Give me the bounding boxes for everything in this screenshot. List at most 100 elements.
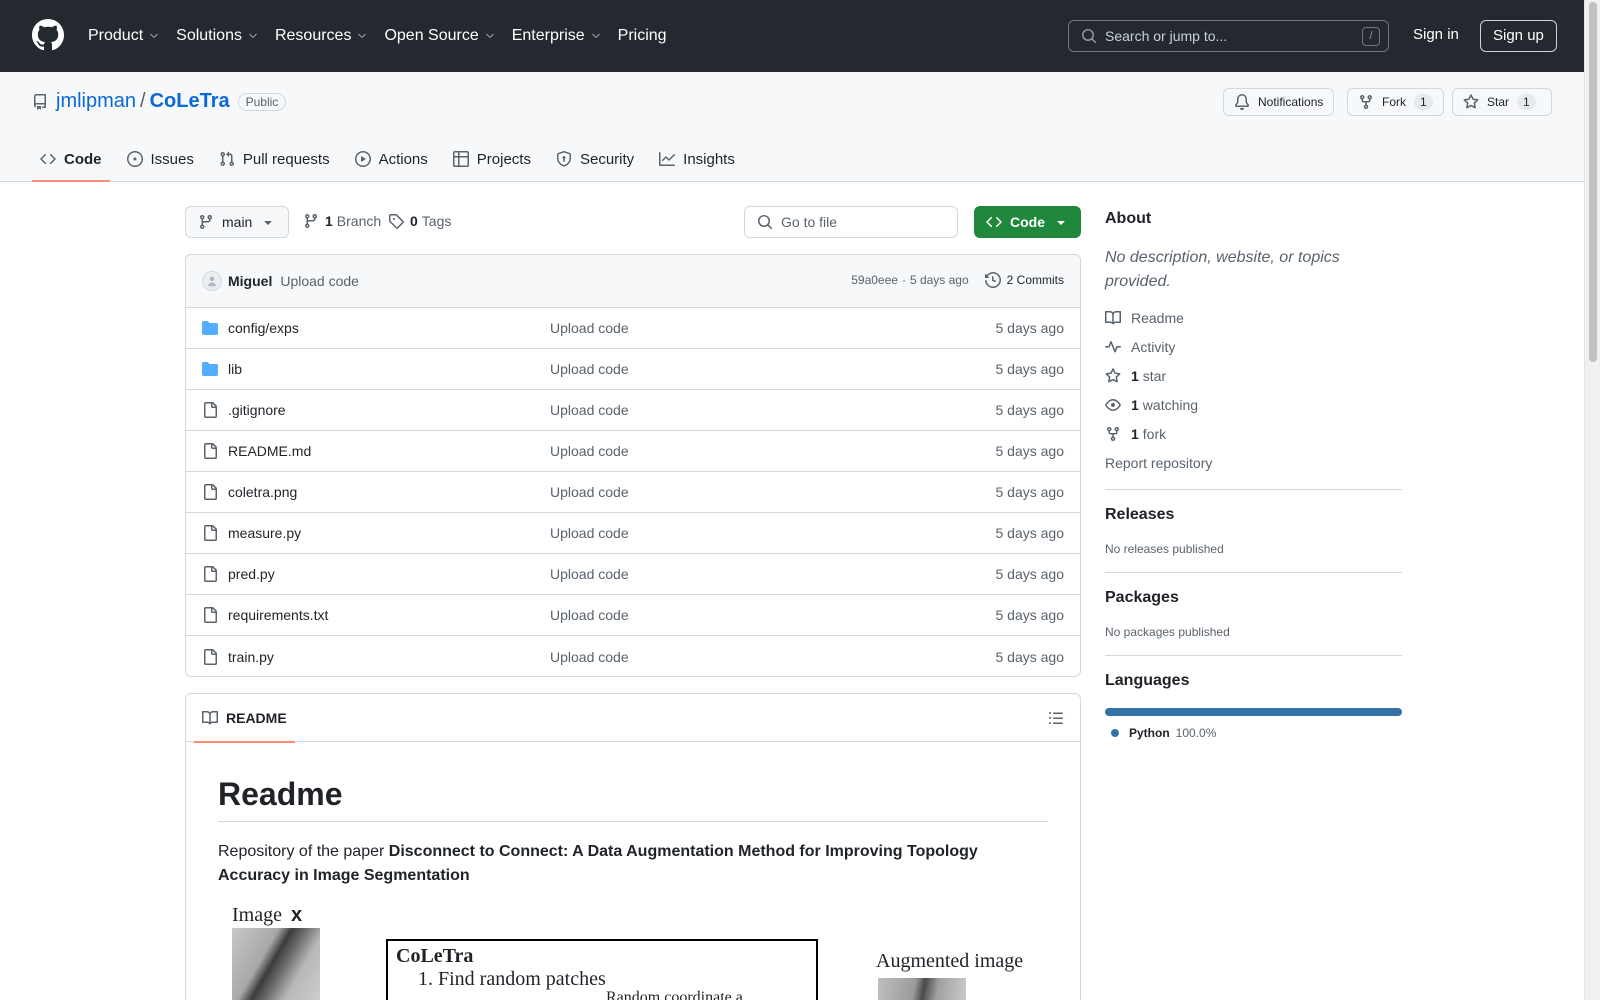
avatar[interactable] <box>202 271 222 291</box>
readme-tab[interactable]: README <box>194 694 295 743</box>
branches-link[interactable]: 1 Branch <box>303 213 381 229</box>
go-to-file-input[interactable]: Go to file <box>744 206 958 238</box>
tags-link[interactable]: 0 Tags <box>388 213 451 229</box>
sign-up-button[interactable]: Sign up <box>1480 20 1557 52</box>
nav-open-source[interactable]: Open Source <box>384 27 495 45</box>
packages-heading[interactable]: Packages <box>1105 589 1402 607</box>
file-commit-message-link[interactable]: Upload code <box>550 649 629 665</box>
search-input[interactable]: Search or jump to... / <box>1068 20 1389 52</box>
triangle-down-icon <box>264 221 272 225</box>
repo-separator: / <box>140 90 146 112</box>
table-row[interactable]: coletra.png Upload code 5 days ago <box>186 472 1080 513</box>
file-name-link[interactable]: coletra.png <box>228 484 550 500</box>
table-row[interactable]: requirements.txt Upload code 5 days ago <box>186 595 1080 636</box>
releases-heading[interactable]: Releases <box>1105 506 1402 524</box>
figure-box-title: CoLeTra <box>396 945 474 967</box>
nav-enterprise[interactable]: Enterprise <box>512 27 602 45</box>
report-repository-link[interactable]: Report repository <box>1105 453 1402 473</box>
star-button[interactable]: Star 1 <box>1452 88 1552 116</box>
file-commit-message-link[interactable]: Upload code <box>550 320 629 336</box>
file-icon <box>204 566 217 582</box>
table-row[interactable]: config/exps Upload code 5 days ago <box>186 308 1080 349</box>
file-commit-message-link[interactable]: Upload code <box>550 361 629 377</box>
latest-commit-bar: Miguel Upload code 59a0eee · 5 days ago … <box>186 255 1080 308</box>
fork-count: 1 <box>1414 94 1433 110</box>
watchers-link[interactable]: 1 watching <box>1105 395 1402 415</box>
file-commit-date: 5 days ago <box>995 443 1065 459</box>
table-row[interactable]: pred.py Upload code 5 days ago <box>186 554 1080 595</box>
bell-icon <box>1234 94 1249 110</box>
scrollbar-thumb[interactable] <box>1589 2 1597 362</box>
folder-icon <box>202 321 218 335</box>
tab-projects[interactable]: Projects <box>445 140 539 178</box>
nav-resources[interactable]: Resources <box>275 27 368 45</box>
nav-pricing-label: Pricing <box>617 27 667 44</box>
fork-button[interactable]: Fork 1 <box>1347 88 1444 116</box>
readme-panel: README Readme Repository of the paper Di… <box>185 693 1081 1000</box>
sign-in-link[interactable]: Sign in <box>1413 26 1459 43</box>
file-name-link[interactable]: train.py <box>228 649 550 665</box>
table-row[interactable]: lib Upload code 5 days ago <box>186 349 1080 390</box>
file-commit-message-link[interactable]: Upload code <box>550 566 629 582</box>
search-icon <box>1082 29 1097 44</box>
file-name-link[interactable]: lib <box>228 361 550 377</box>
forks-count: 1 <box>1131 426 1139 442</box>
forks-link[interactable]: 1 fork <box>1105 424 1402 444</box>
file-name-link[interactable]: .gitignore <box>228 402 550 418</box>
repo-owner-link[interactable]: jmlipman <box>56 90 136 113</box>
file-name-link[interactable]: pred.py <box>228 566 550 582</box>
nav-product[interactable]: Product <box>88 27 160 45</box>
language-name: Python <box>1129 726 1170 740</box>
tab-code[interactable]: Code <box>32 140 110 182</box>
commit-message-link[interactable]: Upload code <box>280 273 359 289</box>
tab-code-label: Code <box>64 150 102 168</box>
nav-product-label: Product <box>88 27 144 44</box>
code-dropdown-button[interactable]: Code <box>974 206 1081 238</box>
notifications-button[interactable]: Notifications <box>1223 88 1335 116</box>
branch-selector[interactable]: main <box>185 206 289 238</box>
file-commit-date: 5 days ago <box>995 607 1065 623</box>
branch-label: Branch <box>336 213 382 229</box>
tab-insights[interactable]: Insights <box>651 140 743 178</box>
file-name-link[interactable]: config/exps <box>228 320 550 336</box>
commit-hash-link[interactable]: 59a0eee <box>851 273 898 287</box>
file-name-link[interactable]: README.md <box>228 443 550 459</box>
list-icon[interactable] <box>1048 710 1064 726</box>
tab-pull-requests-label: Pull requests <box>242 150 330 168</box>
tab-pull-requests[interactable]: Pull requests <box>211 140 338 178</box>
figure-image-label: Image x <box>232 904 302 927</box>
file-name-link[interactable]: measure.py <box>228 525 550 541</box>
file-name-link[interactable]: requirements.txt <box>228 607 550 623</box>
file-commit-message-link[interactable]: Upload code <box>550 525 629 541</box>
tab-security[interactable]: Security <box>548 140 642 178</box>
code-button-label: Code <box>1010 214 1045 230</box>
language-bar <box>1105 708 1402 716</box>
table-row[interactable]: README.md Upload code 5 days ago <box>186 431 1080 472</box>
packages-empty-text: No packages published <box>1105 625 1230 639</box>
about-description: No description, website, or topics provi… <box>1105 249 1340 290</box>
nav-solutions[interactable]: Solutions <box>176 27 259 45</box>
file-commit-date: 5 days ago <box>995 525 1065 541</box>
repo-name-link[interactable]: CoLeTra <box>150 90 230 113</box>
nav-solutions-label: Solutions <box>176 27 242 44</box>
commit-author-link[interactable]: Miguel <box>228 273 272 289</box>
activity-link[interactable]: Activity <box>1105 337 1402 357</box>
file-commit-message-link[interactable]: Upload code <box>550 607 629 623</box>
tab-actions[interactable]: Actions <box>347 140 436 178</box>
table-row[interactable]: measure.py Upload code 5 days ago <box>186 513 1080 554</box>
stars-link[interactable]: 1 star <box>1105 366 1402 386</box>
language-item[interactable]: Python 100.0% <box>1105 726 1402 740</box>
table-row[interactable]: train.py Upload code 5 days ago <box>186 636 1080 676</box>
commits-history-link[interactable]: 2 Commits <box>984 272 1064 288</box>
tab-issues[interactable]: Issues <box>119 140 202 178</box>
file-commit-message-link[interactable]: Upload code <box>550 443 629 459</box>
file-commit-message-link[interactable]: Upload code <box>550 484 629 500</box>
page-scrollbar[interactable] <box>1584 0 1600 1000</box>
languages-heading: Languages <box>1105 672 1190 689</box>
sidebar-divider <box>1105 489 1402 490</box>
nav-pricing[interactable]: Pricing <box>618 27 667 45</box>
file-commit-message-link[interactable]: Upload code <box>550 402 629 418</box>
readme-link[interactable]: Readme <box>1105 308 1402 328</box>
github-logo-icon[interactable] <box>32 19 64 51</box>
table-row[interactable]: .gitignore Upload code 5 days ago <box>186 390 1080 431</box>
